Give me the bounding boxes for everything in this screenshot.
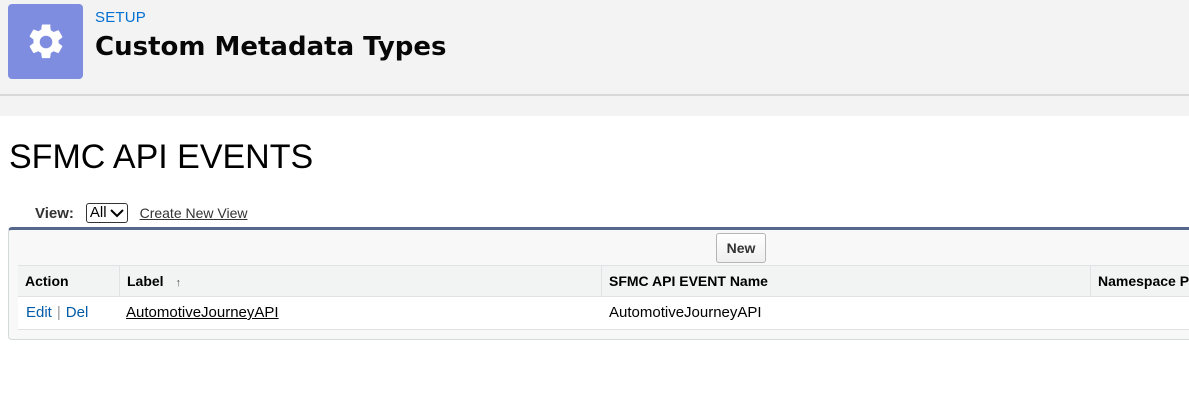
view-label: View: xyxy=(35,204,74,222)
list-title: SFMC API EVENTS xyxy=(9,138,314,176)
sort-ascending-icon: ↑ xyxy=(175,277,181,289)
record-label-link[interactable]: AutomotiveJourneyAPI xyxy=(126,304,279,321)
view-filter-row: View: All Create New View xyxy=(35,203,247,223)
row-name-cell: AutomotiveJourneyAPI xyxy=(609,304,762,321)
header-gap xyxy=(0,96,1189,116)
row-namespace-cell xyxy=(1090,297,1189,329)
setup-label: SETUP xyxy=(95,9,147,26)
new-button[interactable]: New xyxy=(716,233,766,263)
edit-link[interactable]: Edit xyxy=(26,304,52,321)
row-actions: Edit | Del xyxy=(18,297,119,329)
row-label-cell: AutomotiveJourneyAPI xyxy=(118,297,600,329)
view-select[interactable]: All xyxy=(85,203,128,223)
chevron-down-icon xyxy=(109,209,124,218)
column-header-action: Action xyxy=(25,273,69,289)
view-select-value: All xyxy=(89,204,107,221)
page-header: SETUP Custom Metadata Types xyxy=(0,0,1189,96)
column-header-label-text: Label xyxy=(127,273,164,289)
action-separator: | xyxy=(56,304,61,321)
column-header-name[interactable]: SFMC API EVENT Name xyxy=(601,266,1090,296)
table-row: Edit | Del AutomotiveJourneyAPI Automotive… xyxy=(18,297,1189,330)
column-header-label[interactable]: Label ↑ xyxy=(119,266,601,296)
create-new-view-link[interactable]: Create New View xyxy=(140,205,248,221)
setup-icon-tile xyxy=(8,4,83,79)
table-header: Action Label ↑ SFMC API EVENT Name Names… xyxy=(18,265,1189,297)
gear-icon xyxy=(29,23,62,58)
column-header-namespace[interactable]: Namespace Prefix xyxy=(1090,266,1189,296)
delete-link[interactable]: Del xyxy=(66,304,89,321)
page-title: Custom Metadata Types xyxy=(95,32,447,62)
